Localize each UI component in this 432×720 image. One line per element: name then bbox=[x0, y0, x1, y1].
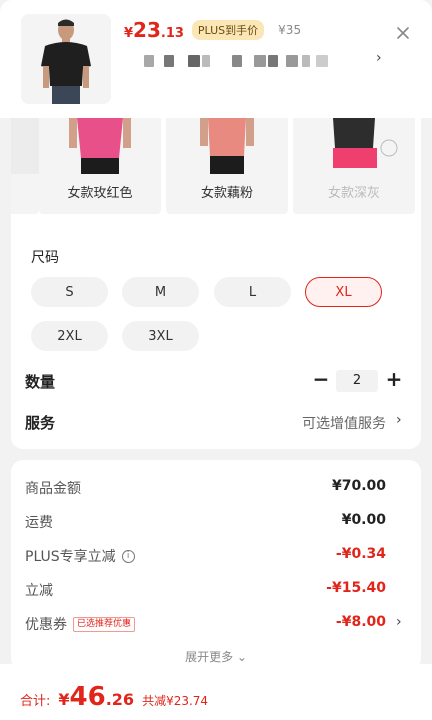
summary-row-plus-discount: PLUS专享立减 i -¥0.34 bbox=[11, 544, 421, 568]
color-option-rose[interactable]: 女款玫红色 bbox=[39, 118, 161, 214]
color-option-partial[interactable] bbox=[11, 118, 39, 214]
size-option-m[interactable]: M bbox=[122, 277, 199, 307]
summary-value: -¥15.40 bbox=[326, 580, 386, 596]
total-integer: 46 bbox=[69, 682, 106, 712]
quantity-plus-button[interactable]: + bbox=[384, 369, 404, 391]
price-summary-card: 商品金额 ¥70.00 运费 ¥0.00 PLUS专享立减 i -¥0.34 立… bbox=[11, 460, 421, 670]
size-option-l[interactable]: L bbox=[214, 277, 291, 307]
color-label: 女款深灰 bbox=[327, 186, 380, 201]
quantity-minus-button[interactable]: − bbox=[311, 369, 331, 391]
summary-label: 立减 bbox=[25, 583, 53, 599]
coupon-chevron-icon[interactable]: › bbox=[396, 614, 402, 630]
product-thumbnail bbox=[21, 14, 111, 104]
original-price: ¥35 bbox=[278, 23, 302, 37]
spec-chevron-icon[interactable]: › bbox=[376, 50, 382, 66]
summary-label: PLUS专享立减 i bbox=[25, 546, 135, 566]
service-chevron-icon[interactable]: › bbox=[396, 412, 402, 428]
color-options: 女款玫红色 女款藕粉 女款深灰 bbox=[11, 118, 432, 214]
summary-label-text: 优惠券 bbox=[25, 617, 67, 633]
quantity-input[interactable]: 2 bbox=[336, 370, 378, 392]
color-swatch-gray-image bbox=[293, 118, 415, 174]
close-icon bbox=[397, 27, 409, 39]
total-price: 合计: ¥ 46 .26 共减¥23.74 bbox=[20, 682, 208, 712]
product-image bbox=[21, 14, 111, 104]
color-swatch-pink-image bbox=[166, 118, 288, 174]
summary-value: ¥0.00 bbox=[341, 512, 386, 528]
price-decimal: .13 bbox=[160, 26, 184, 41]
price-integer: 23 bbox=[133, 18, 161, 42]
size-title: 尺码 bbox=[31, 250, 59, 266]
expand-more-link[interactable]: 展开更多 ⌄ bbox=[11, 648, 421, 665]
summary-label-text: PLUS专享立减 bbox=[25, 549, 116, 565]
color-label: 女款玫红色 bbox=[67, 186, 133, 201]
size-option-xl[interactable]: XL bbox=[305, 277, 382, 307]
summary-row-instant-discount: 立减 -¥15.40 bbox=[11, 578, 421, 602]
product-header: ¥ 23 .13 PLUS到手价 ¥35 › bbox=[0, 0, 432, 118]
size-option-3xl[interactable]: 3XL bbox=[122, 321, 199, 351]
size-option-2xl[interactable]: 2XL bbox=[31, 321, 108, 351]
size-option-s[interactable]: S bbox=[31, 277, 108, 307]
quantity-label: 数量 bbox=[25, 373, 56, 391]
color-label: 女款藕粉 bbox=[200, 186, 253, 201]
info-icon[interactable]: i bbox=[121, 549, 135, 563]
plus-price-badge: PLUS到手价 bbox=[191, 20, 265, 40]
total-label: 合计: bbox=[20, 694, 51, 709]
summary-label: 优惠券 已选推荐优惠 bbox=[25, 614, 136, 634]
total-currency: ¥ bbox=[58, 690, 70, 709]
summary-row-goods-amount: 商品金额 ¥70.00 bbox=[11, 476, 421, 500]
close-button[interactable] bbox=[394, 24, 412, 42]
redacted-selected-spec[interactable] bbox=[140, 55, 390, 69]
summary-row-coupon[interactable]: 优惠券 已选推荐优惠 -¥8.00 › bbox=[11, 612, 421, 636]
summary-label: 运费 bbox=[25, 515, 53, 531]
total-decimal: .26 bbox=[105, 690, 135, 709]
service-label: 服务 bbox=[25, 414, 56, 432]
color-option-dark-gray[interactable]: 女款深灰 bbox=[293, 118, 415, 214]
summary-value: -¥8.00 bbox=[335, 614, 386, 630]
color-option-lotus-pink[interactable]: 女款藕粉 bbox=[166, 118, 288, 214]
price-currency: ¥ bbox=[124, 26, 134, 41]
summary-row-shipping: 运费 ¥0.00 bbox=[11, 510, 421, 534]
checkout-footer: 合计: ¥ 46 .26 共减¥23.74 bbox=[0, 664, 432, 720]
summary-value: -¥0.34 bbox=[335, 546, 386, 562]
price-row: ¥ 23 .13 PLUS到手价 ¥35 bbox=[124, 18, 301, 46]
summary-value: ¥70.00 bbox=[331, 478, 386, 494]
color-swatch-rose-image bbox=[39, 118, 161, 174]
service-value[interactable]: 可选增值服务 bbox=[302, 413, 386, 433]
summary-label: 商品金额 bbox=[25, 481, 81, 497]
coupon-tag: 已选推荐优惠 bbox=[73, 616, 136, 632]
total-savings: 共减¥23.74 bbox=[142, 694, 209, 708]
